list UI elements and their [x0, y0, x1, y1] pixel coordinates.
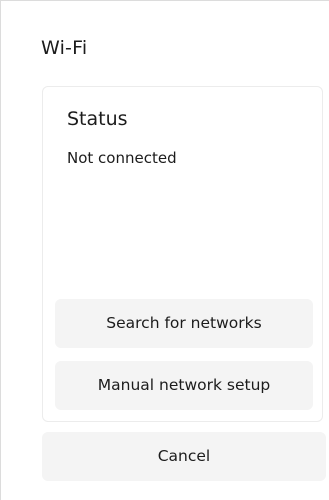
manual-network-setup-button[interactable]: Manual network setup: [55, 361, 313, 410]
cancel-button[interactable]: Cancel: [42, 432, 326, 481]
page-title: Wi-Fi: [41, 37, 88, 59]
wifi-screen: Wi-Fi Status Not connected Search for ne…: [0, 0, 329, 500]
status-heading: Status: [67, 108, 128, 130]
status-card: Status Not connected Search for networks…: [42, 86, 323, 422]
connection-status-text: Not connected: [67, 149, 177, 167]
search-networks-button[interactable]: Search for networks: [55, 299, 313, 348]
